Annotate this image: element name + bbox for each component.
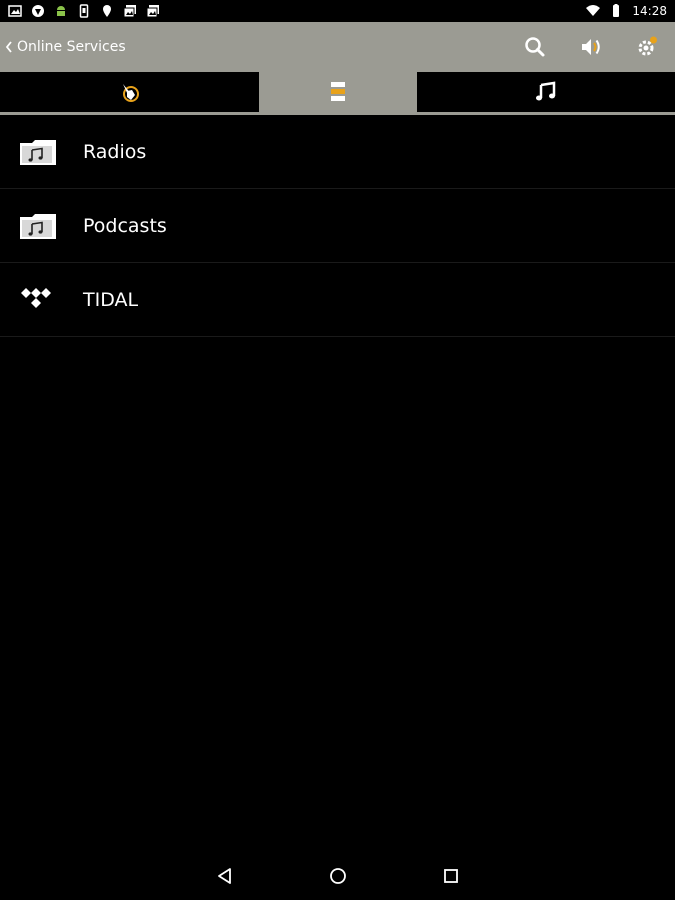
status-time: 14:28 xyxy=(632,4,667,18)
wifi-icon xyxy=(586,5,601,16)
chevron-left-icon xyxy=(5,41,12,53)
status-bar: 14:28 xyxy=(0,0,675,22)
image-icon xyxy=(8,5,22,17)
phone-icon xyxy=(79,4,89,18)
action-bar-buttons xyxy=(507,22,675,72)
list-item-label: TIDAL xyxy=(83,288,139,311)
status-left-icons xyxy=(8,4,160,18)
home-circle-icon xyxy=(329,868,346,884)
settings-button[interactable] xyxy=(619,22,675,72)
photos-icon xyxy=(146,5,159,18)
tidal-logo-icon xyxy=(18,285,58,315)
tab-music[interactable] xyxy=(417,72,675,112)
tab-list[interactable] xyxy=(259,72,417,112)
android-icon xyxy=(57,6,65,16)
music-folder-icon xyxy=(18,137,58,167)
back-triangle-icon xyxy=(217,868,231,884)
list-item-podcasts[interactable]: Podcasts xyxy=(0,189,675,263)
location-pin-icon xyxy=(103,5,111,17)
volume-button[interactable] xyxy=(563,22,619,72)
hand-pointer-icon xyxy=(122,84,139,102)
nav-back-button[interactable] xyxy=(211,862,239,890)
music-note-icon xyxy=(536,81,556,101)
nav-home-button[interactable] xyxy=(324,862,352,890)
search-button[interactable] xyxy=(507,22,563,72)
action-bar: Online Services xyxy=(0,22,675,72)
photos-icon xyxy=(123,5,136,18)
list-icon xyxy=(331,82,345,101)
back-button[interactable]: Online Services xyxy=(0,22,126,72)
page-title: Online Services xyxy=(17,39,126,55)
settings-icon xyxy=(638,36,657,56)
tab-bar xyxy=(0,72,675,115)
music-folder-icon xyxy=(18,211,58,241)
status-right-icons: 14:28 xyxy=(586,4,667,18)
shield-icon xyxy=(32,5,44,17)
list-item-tidal[interactable]: TIDAL xyxy=(0,263,675,337)
battery-icon xyxy=(613,4,620,17)
nav-recents-button[interactable] xyxy=(437,862,465,890)
services-list: Radios Podcasts TIDAL xyxy=(0,115,675,337)
volume-icon xyxy=(582,39,600,55)
list-item-radios[interactable]: Radios xyxy=(0,115,675,189)
recents-square-icon xyxy=(443,869,458,883)
search-icon xyxy=(525,37,545,57)
list-item-label: Podcasts xyxy=(83,214,167,237)
tab-pointer[interactable] xyxy=(0,72,259,112)
list-item-label: Radios xyxy=(83,140,147,163)
system-nav-bar xyxy=(0,852,675,900)
